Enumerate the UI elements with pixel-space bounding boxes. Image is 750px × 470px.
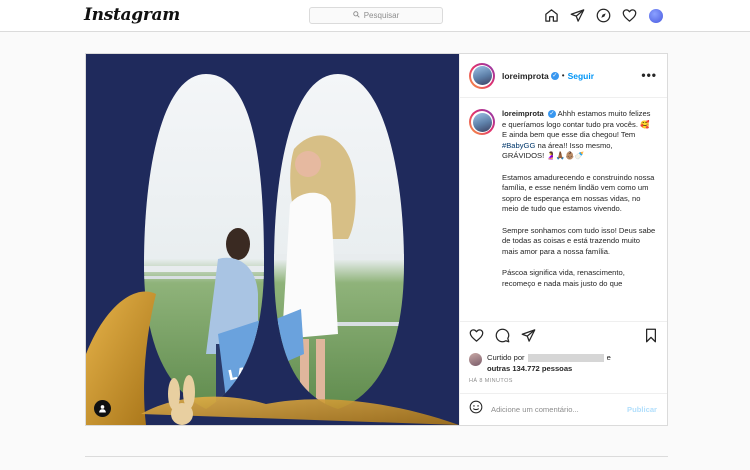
top-navigation-bar: Instagram Pesquisar	[0, 0, 750, 32]
comment-form: Adicione um comentário... Publicar	[460, 393, 667, 425]
post-sidebar: loreimprota ✓ • Seguir ••• loreimprota ✓…	[459, 54, 667, 425]
search-placeholder: Pesquisar	[363, 11, 400, 20]
profile-avatar[interactable]	[647, 7, 664, 24]
caption-fade	[460, 307, 667, 321]
comment-input[interactable]: Adicione um comentário...	[491, 405, 627, 414]
blurred-username	[527, 354, 604, 362]
caption-author-avatar[interactable]	[469, 109, 495, 135]
likes-count-link[interactable]: outras 134.772 pessoas	[487, 364, 572, 373]
emoji-icon[interactable]	[469, 400, 483, 419]
likes-summary: Curtido por e outras 134.772 pessoas	[469, 352, 611, 374]
instagram-logo[interactable]: Instagram	[84, 5, 180, 25]
author-username[interactable]: loreimprota	[502, 71, 549, 81]
post-photo[interactable]: LACTA	[86, 54, 459, 425]
caption-section: loreimprota ✓ Ahhh estamos muito felizes…	[460, 99, 667, 321]
header-separator: •	[561, 71, 565, 80]
activity-heart-icon[interactable]	[621, 7, 638, 24]
post-card: LACTA	[85, 53, 668, 426]
liked-by-label: Curtido por	[487, 353, 525, 362]
caption-paragraph-2: Estamos amadurecendo e construindo nossa…	[502, 172, 655, 214]
follow-button[interactable]: Seguir	[568, 71, 594, 81]
comment-bubble-icon[interactable]	[495, 328, 510, 348]
actions-section: Curtido por e outras 134.772 pessoas HÁ 8…	[460, 321, 667, 425]
post-header: loreimprota ✓ • Seguir •••	[460, 54, 667, 98]
verified-badge-icon: ✓	[550, 71, 559, 80]
save-bookmark-icon[interactable]	[644, 328, 658, 348]
publish-button[interactable]: Publicar	[627, 405, 657, 414]
user-tag-icon[interactable]	[94, 400, 111, 417]
direct-icon[interactable]	[569, 7, 586, 24]
post-timestamp[interactable]: HÁ 8 MINUTOS	[469, 378, 513, 384]
home-icon[interactable]	[543, 7, 560, 24]
liked-by-and: e	[606, 353, 611, 362]
caption-username[interactable]: loreimprota	[502, 109, 544, 118]
caption-text: loreimprota ✓ Ahhh estamos muito felizes…	[502, 109, 656, 321]
author-avatar[interactable]	[469, 62, 495, 89]
liker-avatar[interactable]	[469, 353, 482, 366]
caption-verified-badge-icon: ✓	[547, 110, 556, 118]
share-icon[interactable]	[521, 328, 536, 348]
explore-icon[interactable]	[595, 7, 612, 24]
caption-paragraph-3: Sempre sonhamos com tudo isso! Deus sabe…	[502, 225, 656, 256]
like-heart-icon[interactable]	[469, 328, 484, 348]
caption-paragraph-4: Páscoa significa vida, renascimento, rec…	[502, 267, 625, 288]
hashtag-link[interactable]: #BabyGG	[502, 141, 535, 150]
search-input[interactable]: Pesquisar	[309, 7, 443, 24]
next-post-divider	[85, 456, 668, 457]
more-options-icon[interactable]: •••	[641, 68, 657, 82]
search-icon	[352, 11, 360, 20]
